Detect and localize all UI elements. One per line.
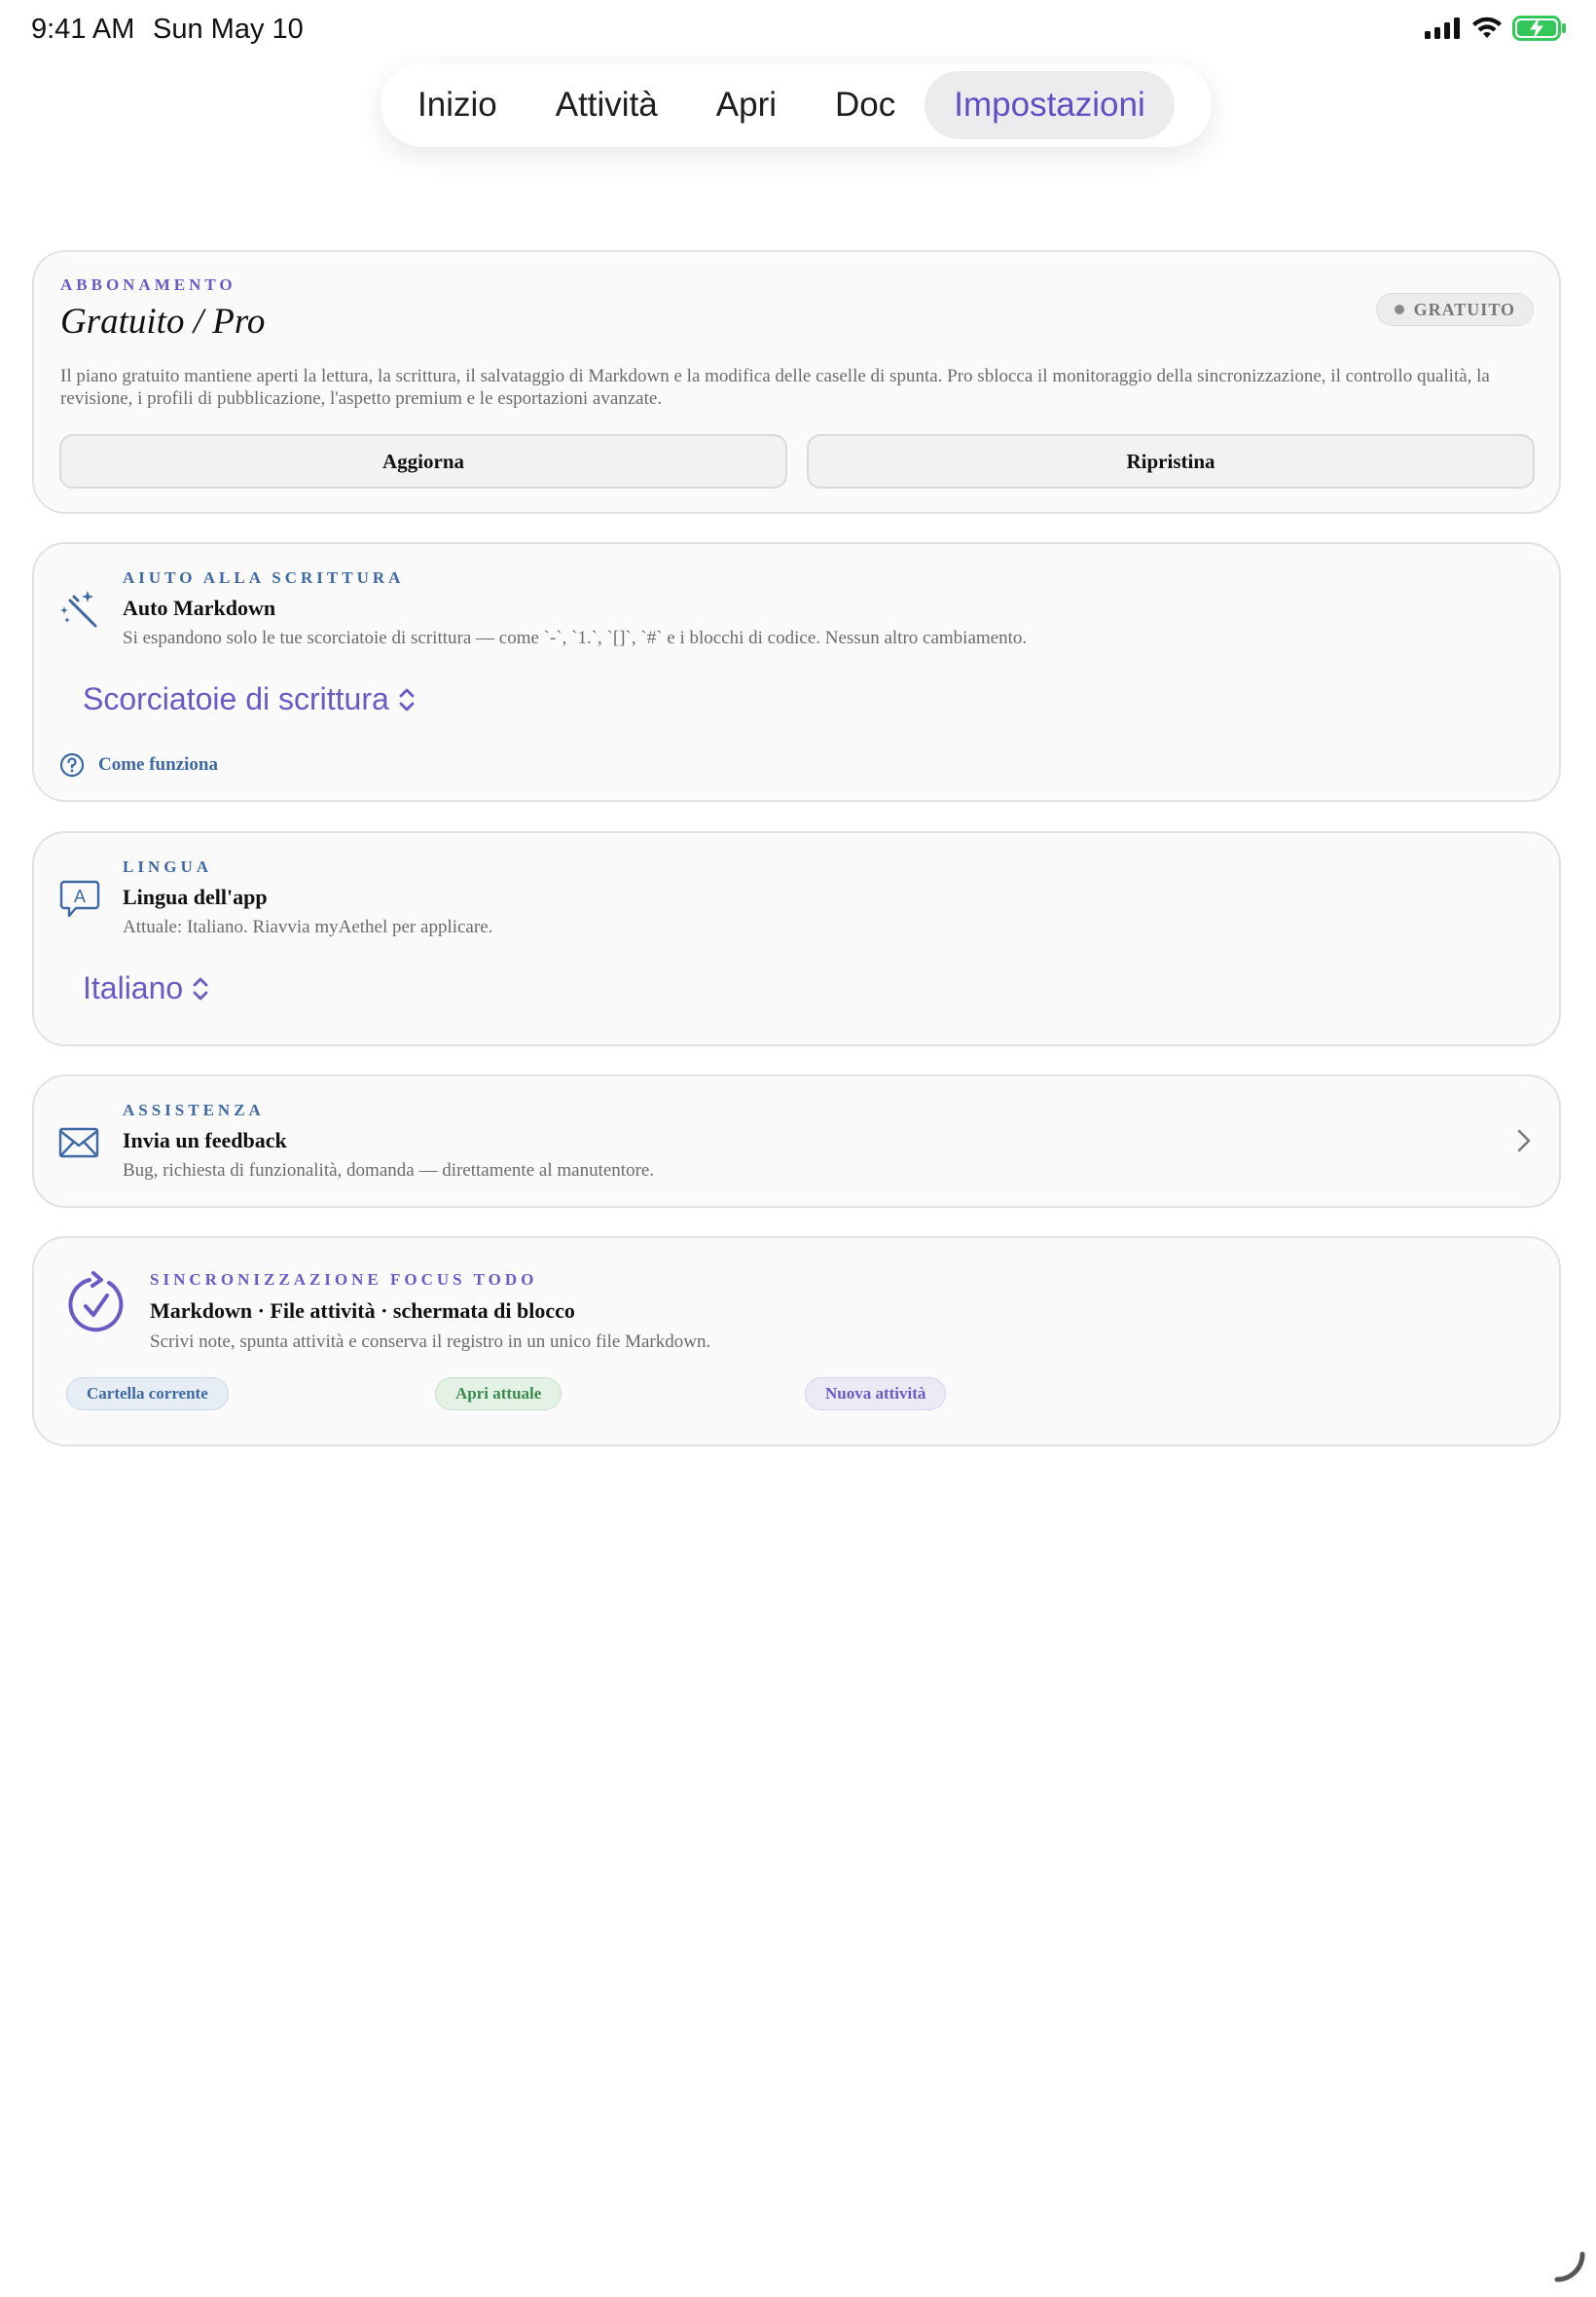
subscription-title: Gratuito / Pro <box>60 302 266 342</box>
subscription-eyebrow: ABBONAMENTO <box>60 275 236 294</box>
sync-description: Scrivi note, spunta attività e conserva … <box>150 1331 711 1352</box>
tab-apri[interactable]: Apri <box>687 71 806 139</box>
language-card: A LINGUA Lingua dell'app Attuale: Italia… <box>32 831 1561 1046</box>
writing-help-card: AIUTO ALLA SCRITTURA Auto Markdown Si es… <box>32 542 1561 802</box>
sync-check-icon <box>68 1271 124 1332</box>
language-title: Lingua dell'app <box>123 885 268 909</box>
tab-attivita[interactable]: Attività <box>526 71 687 139</box>
subscription-card: ABBONAMENTO Gratuito / Pro GRATUITO Il p… <box>32 250 1561 514</box>
battery-charging-icon <box>1512 16 1566 41</box>
new-task-pill[interactable]: Nuova attività <box>805 1377 947 1410</box>
envelope-icon <box>58 1127 99 1158</box>
shortcuts-picker-value: Scorciatoie di scrittura <box>83 681 389 716</box>
sync-eyebrow: SINCRONIZZAZIONE FOCUS TODO <box>150 1270 538 1289</box>
feedback-description: Bug, richiesta di funzionalità, domanda … <box>123 1160 655 1181</box>
how-it-works-link[interactable]: Come funziona <box>59 752 218 778</box>
language-eyebrow: LINGUA <box>123 857 213 876</box>
plan-badge: GRATUITO <box>1375 293 1534 326</box>
chevron-up-down-icon <box>399 688 415 711</box>
status-time: 9:41 AM <box>31 14 135 45</box>
cellular-signal-icon <box>1425 18 1460 39</box>
sync-card: SINCRONIZZAZIONE FOCUS TODO Markdown · F… <box>32 1236 1561 1446</box>
question-circle-icon <box>59 752 85 778</box>
svg-text:A: A <box>74 887 86 906</box>
tab-inizio[interactable]: Inizio <box>388 71 526 139</box>
subscription-description: Il piano gratuito mantiene aperti la let… <box>60 366 1490 409</box>
upgrade-button[interactable]: Aggiorna <box>59 434 787 489</box>
chevron-right-icon <box>1517 1129 1531 1152</box>
writing-help-eyebrow: AIUTO ALLA SCRITTURA <box>123 568 405 587</box>
how-it-works-label: Come funziona <box>98 754 218 775</box>
shortcuts-picker[interactable]: Scorciatoie di scrittura <box>83 681 417 717</box>
language-speech-bubble-icon: A <box>59 880 100 918</box>
restore-button[interactable]: Ripristina <box>807 434 1535 489</box>
magic-wand-icon <box>60 591 97 628</box>
status-icons <box>1425 16 1567 41</box>
sync-title: Markdown · File attività · schermata di … <box>150 1298 575 1323</box>
writing-help-title: Auto Markdown <box>123 596 276 620</box>
language-description: Attuale: Italiano. Riavvia myAethel per … <box>123 917 493 937</box>
plan-badge-label: GRATUITO <box>1413 299 1515 319</box>
feedback-card[interactable]: ASSISTENZA Invia un feedback Bug, richie… <box>32 1075 1561 1208</box>
support-eyebrow: ASSISTENZA <box>123 1101 265 1119</box>
feedback-title: Invia un feedback <box>123 1128 287 1152</box>
open-current-pill[interactable]: Apri attuale <box>435 1377 562 1410</box>
tab-bar: Inizio Attività Apri Doc Impostazioni <box>381 63 1212 147</box>
language-picker[interactable]: Italiano <box>83 970 210 1006</box>
language-picker-value: Italiano <box>83 970 184 1005</box>
tab-doc[interactable]: Doc <box>806 71 925 139</box>
writing-help-description: Si espandono solo le tue scorciatoie di … <box>123 628 1028 648</box>
corner-handle-icon <box>1554 2251 1585 2282</box>
wifi-icon <box>1472 17 1502 38</box>
current-folder-pill[interactable]: Cartella corrente <box>66 1377 229 1410</box>
status-date: Sun May 10 <box>153 14 304 45</box>
tab-impostazioni[interactable]: Impostazioni <box>925 71 1175 139</box>
chevron-up-down-icon <box>193 977 208 1000</box>
status-dot-icon <box>1394 305 1404 314</box>
